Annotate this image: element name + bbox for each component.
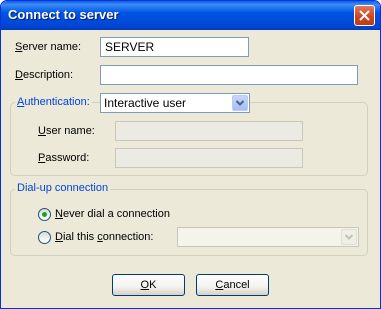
authentication-label: Authentication: <box>15 96 92 108</box>
password-label: Password: <box>38 152 90 164</box>
never-dial-radio[interactable] <box>38 208 51 221</box>
description-input[interactable] <box>100 65 358 85</box>
dialup-group-label: Dial-up connection <box>15 182 111 194</box>
chevron-down-icon <box>235 100 245 106</box>
close-x-icon <box>359 10 370 21</box>
server-name-input[interactable]: SERVER <box>100 37 249 57</box>
window-title: Connect to server <box>8 7 119 22</box>
description-label: Description: <box>15 69 74 81</box>
connection-select[interactable] <box>177 227 359 247</box>
connection-dropdown-button[interactable] <box>341 229 357 245</box>
title-bar[interactable]: Connect to server <box>1 1 380 30</box>
authentication-dropdown-button[interactable] <box>232 95 248 111</box>
dialog-client: Server name: SERVER Description: Authent… <box>1 30 380 308</box>
radio-selected-dot <box>42 212 47 217</box>
chevron-down-icon <box>344 234 354 240</box>
password-input[interactable] <box>115 148 303 168</box>
never-dial-label[interactable]: Never dial a connection <box>55 208 170 220</box>
close-button[interactable] <box>354 5 375 26</box>
server-name-label: Server name: <box>15 41 82 53</box>
user-name-input[interactable] <box>115 121 303 141</box>
authentication-select[interactable]: Interactive user <box>100 93 250 113</box>
authentication-value: Interactive user <box>104 96 187 110</box>
dial-this-label[interactable]: Dial this connection: <box>55 231 153 243</box>
ok-button[interactable]: OK <box>112 274 185 296</box>
user-name-label: User name: <box>38 125 95 137</box>
cancel-button[interactable]: Cancel <box>196 274 269 296</box>
connect-dialog: Connect to server Server name: SERVER De… <box>0 0 381 309</box>
dial-this-radio[interactable] <box>38 231 51 244</box>
